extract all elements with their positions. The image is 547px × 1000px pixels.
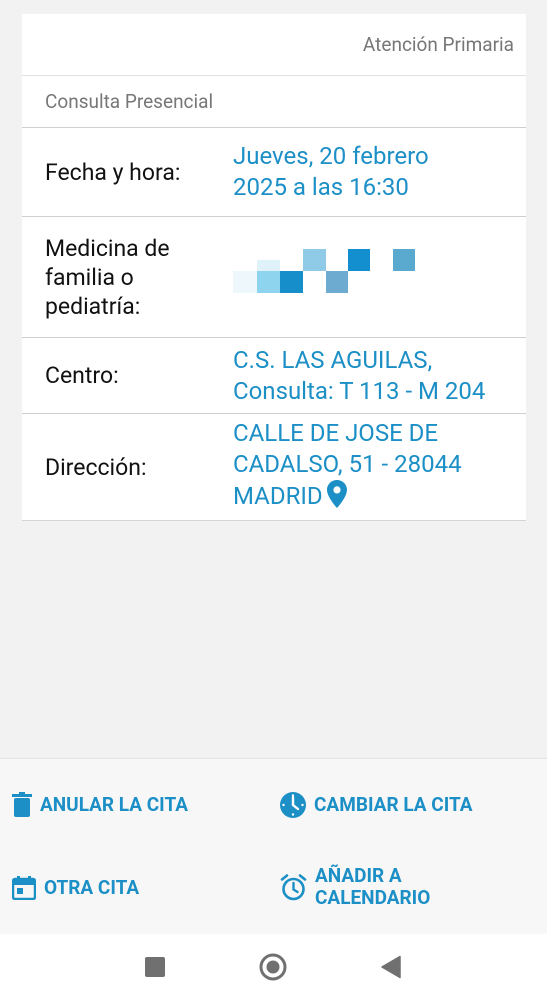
centro-value[interactable]: C.S. LAS AGUILAS, Consulta: T 113 - M 20… [233,345,526,407]
nav-home-icon[interactable] [259,953,287,985]
centro-value-line2: Consulta: T 113 - M 204 [233,376,486,405]
trash-icon [12,792,32,817]
fecha-label: Fecha y hora: [45,158,181,186]
centro-label: Centro: [45,362,119,389]
cancel-appointment-label: ANULAR LA CITA [40,792,189,816]
medico-value-redacted [233,247,526,307]
card-subheader: Consulta Presencial [22,76,526,128]
alarm-icon [280,873,307,901]
medico-label-line3: pediatría: [45,292,141,320]
new-appointment-button[interactable]: OTRA CITA [12,876,139,900]
fecha-value-line2: 2025 a las 16:30 [233,173,409,201]
new-appointment-label: OTRA CITA [44,876,140,899]
direccion-value-line3: MADRID [233,482,323,510]
cancel-appointment-button[interactable]: ANULAR LA CITA [12,792,188,817]
nav-recents-icon[interactable] [145,957,165,977]
direccion-value-line2: CADALSO, 51 - 28044 [233,450,462,478]
change-appointment-button[interactable]: CAMBIAR LA CITA [280,792,473,818]
add-to-calendar-line2: CALENDARIO [315,886,431,909]
fecha-value-line1: Jueves, 20 febrero [233,142,429,170]
add-to-calendar-label: AÑADIR A CALENDARIO [315,865,430,909]
row-centro: Centro: C.S. LAS AGUILAS, Consulta: T 11… [22,338,526,414]
change-appointment-label: CAMBIAR LA CITA [314,793,473,816]
row-medico: Medicina de familia o pediatría: [22,217,526,338]
medico-label: Medicina de familia o pediatría: [22,234,233,321]
row-direccion: Dirección: CALLE DE JOSE DE CADALSO, 51 … [22,414,526,521]
system-nav-bar [0,934,547,1000]
appointment-card: Atención Primaria Consulta Presencial Fe… [22,14,526,521]
medico-label-line2: familia o [45,263,134,291]
nav-back-icon[interactable] [380,955,402,983]
direccion-value-line3-wrap: MADRID [233,480,520,516]
add-to-calendar-line1: AÑADIR A [315,864,402,887]
medico-label-line1: Medicina de [45,234,170,262]
action-bar: ANULAR LA CITA CAMBIAR LA CITA OTRA CITA… [0,758,547,934]
location-pin-icon[interactable] [326,480,347,516]
calendar-icon [12,876,36,900]
service-title: Atención Primaria [362,33,514,56]
centro-value-line1: C.S. LAS AGUILAS, [233,345,433,374]
card-header: Atención Primaria [22,14,526,76]
fecha-value: Jueves, 20 febrero 2025 a las 16:30 [233,141,526,203]
consultation-type: Consulta Presencial [45,90,214,113]
direccion-value-line1: CALLE DE JOSE DE [233,419,439,447]
pixelated-name [233,247,520,307]
direccion-label: Dirección: [45,453,147,481]
direccion-value[interactable]: CALLE DE JOSE DE CADALSO, 51 - 28044 MAD… [233,418,526,516]
clock-icon [280,792,306,818]
row-fecha: Fecha y hora: Jueves, 20 febrero 2025 a … [22,128,526,217]
add-to-calendar-button[interactable]: AÑADIR A CALENDARIO [280,865,430,909]
